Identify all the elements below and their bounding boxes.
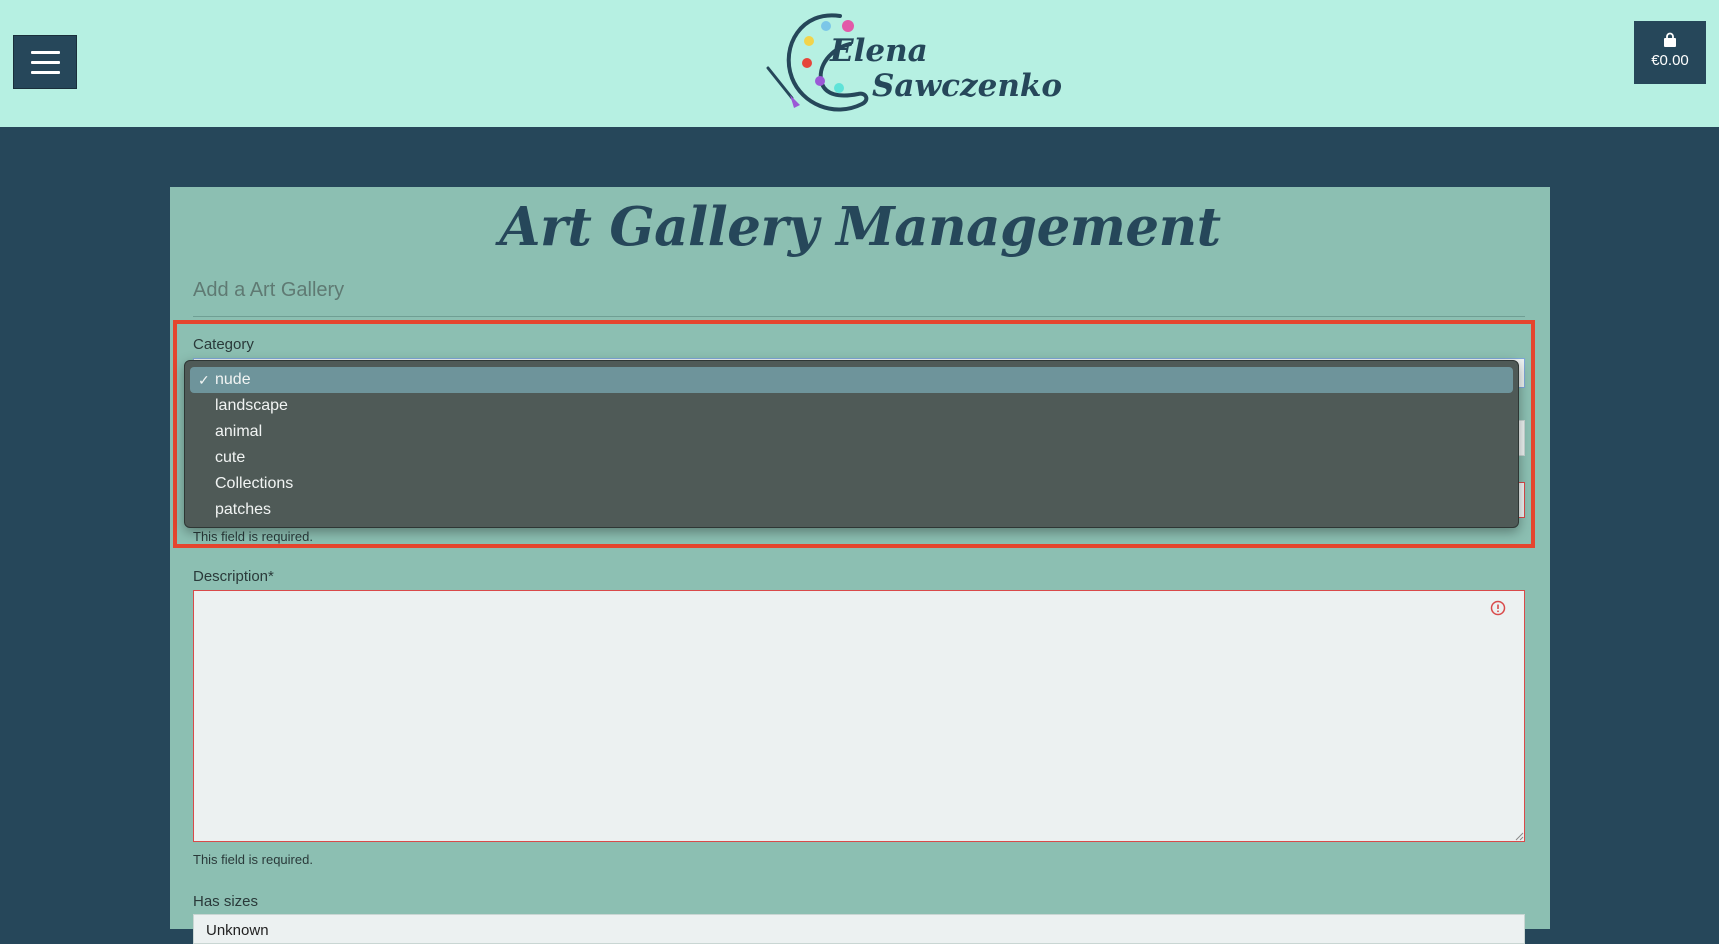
- cart-button[interactable]: €0.00: [1634, 21, 1706, 84]
- site-header: Elena Sawczenko €0.00: [0, 0, 1719, 127]
- shopping-bag-icon: [1664, 32, 1676, 47]
- category-label: Category: [193, 336, 254, 353]
- brand-logo[interactable]: Elena Sawczenko: [762, 6, 1062, 116]
- description-label: Description*: [193, 568, 274, 585]
- has-sizes-select[interactable]: Unknown: [193, 914, 1525, 944]
- resize-grip-icon[interactable]: [1515, 832, 1524, 841]
- dropdown-option-animal[interactable]: animal: [190, 419, 1513, 445]
- brand-name-last: Sawczenko: [872, 68, 1063, 104]
- dropdown-option-patches[interactable]: patches: [190, 497, 1513, 523]
- description-textarea[interactable]: [193, 590, 1525, 842]
- error-icon: [1490, 600, 1506, 616]
- page-title: Art Gallery Management: [499, 196, 1221, 258]
- checkmark-icon: ✓: [198, 372, 210, 388]
- dropdown-option-cute[interactable]: cute: [190, 445, 1513, 471]
- cart-total: €0.00: [1651, 52, 1689, 69]
- form-subtitle: Add a Art Gallery: [193, 279, 345, 301]
- dropdown-option-landscape[interactable]: landscape: [190, 393, 1513, 419]
- brand-name-first: Elena: [830, 33, 928, 69]
- has-sizes-label: Has sizes: [193, 893, 259, 910]
- management-panel: Art Gallery Management Add a Art Gallery…: [170, 187, 1550, 944]
- category-dropdown[interactable]: ✓ nude landscape animal cute Collections…: [184, 360, 1519, 528]
- dropdown-option-nude[interactable]: ✓ nude: [190, 367, 1513, 393]
- menu-icon: [30, 50, 60, 54]
- dropdown-option-collections[interactable]: Collections: [190, 471, 1513, 497]
- required-help-text: This field is required.: [193, 529, 313, 544]
- divider: [193, 316, 1525, 317]
- hamburger-menu-button[interactable]: [13, 35, 77, 89]
- description-help-text: This field is required.: [193, 852, 313, 867]
